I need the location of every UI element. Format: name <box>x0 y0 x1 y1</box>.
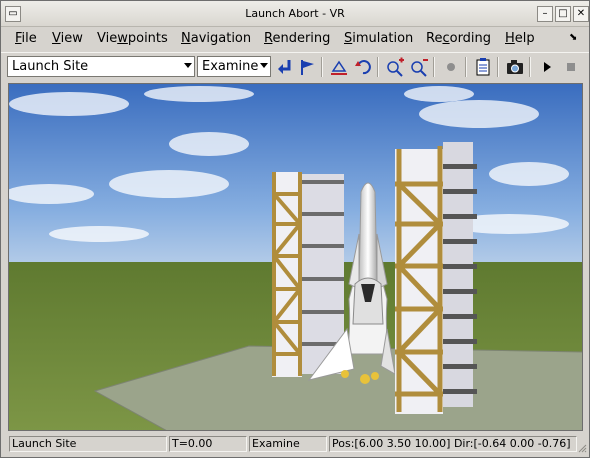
zoom-out-button[interactable] <box>409 57 429 77</box>
straighten-icon <box>331 60 347 75</box>
left-tower <box>272 172 344 377</box>
viewpoint-select[interactable]: Launch Site <box>7 56 195 77</box>
status-viewpoint: Launch Site <box>9 436 167 452</box>
toolbar-separator <box>377 57 379 77</box>
snapshot-button[interactable] <box>505 57 525 77</box>
menu-bar: File View Viewpoints Navigation Renderin… <box>1 28 589 50</box>
menu-navigation-mnemonic: N <box>181 31 191 46</box>
menu-viewpoints-pre: Vie <box>97 31 118 46</box>
zoom-out-icon <box>411 59 428 77</box>
resize-grip-icon[interactable] <box>577 443 587 453</box>
straighten-button[interactable] <box>329 57 349 77</box>
toolbar: Launch Site Examine <box>1 52 589 80</box>
menu-simulation[interactable]: Simulation <box>344 31 413 46</box>
menu-rendering[interactable]: Rendering <box>264 31 330 46</box>
camera-icon <box>507 60 523 74</box>
chevron-down-icon <box>184 63 192 68</box>
close-icon[interactable]: ✕ <box>573 6 589 22</box>
vr-window: ▭ Launch Abort - VR – □ ✕ File View View… <box>0 0 590 458</box>
whats-this-icon[interactable]: ⬊ <box>569 32 577 43</box>
undo-icon <box>355 60 371 75</box>
maximize-icon[interactable]: □ <box>555 6 571 22</box>
record-dot-icon <box>447 63 455 71</box>
menu-help-mnemonic: H <box>505 31 515 46</box>
toolbar-separator <box>321 57 323 77</box>
viewpoint-select-value: Launch Site <box>12 59 89 74</box>
scene-render <box>9 84 582 430</box>
menu-recording-mnemonic: c <box>442 31 450 46</box>
chevron-down-icon <box>260 63 268 68</box>
zoom-in-button[interactable] <box>385 57 405 77</box>
menu-viewpoints-mnemonic: w <box>117 31 128 46</box>
toolbar-separator <box>433 57 435 77</box>
window-title: Launch Abort - VR <box>245 7 345 20</box>
navigation-mode-select[interactable]: Examine <box>197 56 271 77</box>
status-position: Pos:[6.00 3.50 10.00] Dir:[-0.64 0.00 -0… <box>329 436 577 452</box>
menu-navigation-label: avigation <box>190 31 252 46</box>
menu-simulation-label: imulation <box>352 31 414 46</box>
properties-button[interactable] <box>473 57 493 77</box>
minimize-icon[interactable]: – <box>537 6 553 22</box>
menu-recording-pre: Re <box>426 31 443 46</box>
menu-view[interactable]: View <box>52 31 83 46</box>
return-arrow-icon <box>278 60 291 74</box>
play-button[interactable] <box>537 57 557 77</box>
menu-navigation[interactable]: Navigation <box>181 31 251 46</box>
play-icon <box>544 62 551 72</box>
stop-button[interactable] <box>561 57 581 77</box>
toolbar-separator <box>497 57 499 77</box>
record-button[interactable] <box>441 57 461 77</box>
right-tower <box>395 142 477 414</box>
menu-view-mnemonic: V <box>52 31 61 46</box>
reset-view-button[interactable] <box>353 57 373 77</box>
return-to-viewpoint-button[interactable] <box>275 57 295 77</box>
status-time: T=0.00 <box>169 436 247 452</box>
menu-file[interactable]: File <box>15 31 37 46</box>
menu-viewpoints-label: points <box>127 31 168 46</box>
stop-icon <box>567 63 575 71</box>
toolbar-separator <box>529 57 531 77</box>
navigation-mode-value: Examine <box>202 59 259 74</box>
title-bar[interactable]: ▭ Launch Abort - VR – □ ✕ <box>1 1 589 27</box>
status-bar: Launch Site T=0.00 Examine Pos:[6.00 3.5… <box>1 434 589 454</box>
flag-icon <box>301 60 314 75</box>
menu-rendering-label: endering <box>272 31 331 46</box>
menu-file-label: ile <box>21 31 37 46</box>
toolbar-separator <box>465 57 467 77</box>
zoom-in-icon <box>387 57 404 77</box>
menu-recording[interactable]: Recording <box>426 31 491 46</box>
menu-recording-label: ording <box>449 31 492 46</box>
menu-viewpoints[interactable]: Viewpoints <box>97 31 168 46</box>
add-viewpoint-button[interactable] <box>297 57 317 77</box>
menu-help[interactable]: Help <box>505 31 535 46</box>
status-mode: Examine <box>249 436 327 452</box>
3d-viewport[interactable] <box>8 83 583 431</box>
clipboard-icon <box>476 58 490 76</box>
menu-view-label: iew <box>60 31 83 46</box>
menu-help-label: elp <box>514 31 535 46</box>
